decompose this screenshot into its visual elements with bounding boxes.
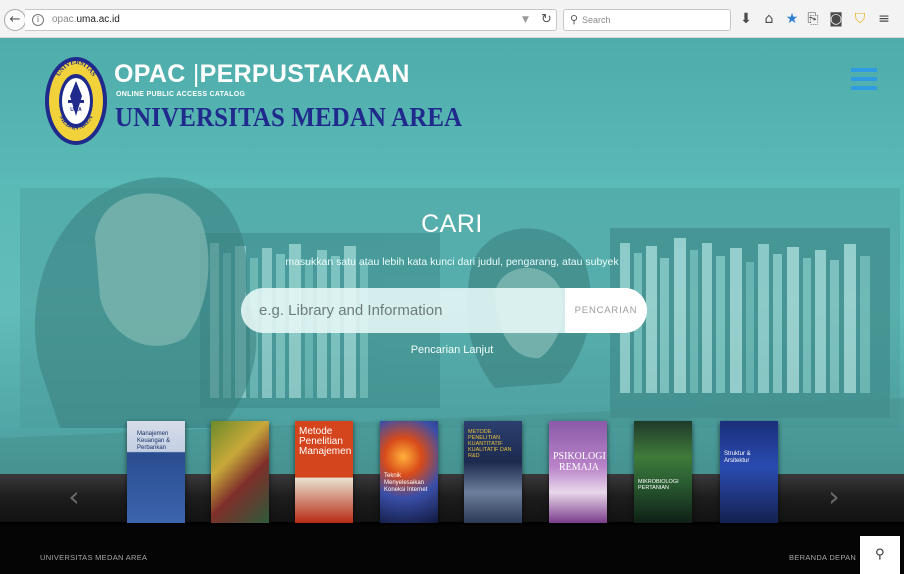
home-icon[interactable]: ⌂ (761, 10, 777, 28)
university-seal-logo[interactable]: UNIVERSITAS MEDAN AREA UMA (44, 56, 108, 146)
catalog-search-input[interactable] (241, 288, 565, 333)
footer-home-link[interactable]: BERANDA DEPAN (789, 553, 856, 562)
search-icon: ⚲ (570, 13, 579, 26)
search-button[interactable]: PENCARIAN (565, 288, 647, 333)
hero-banner: UNIVERSITAS MEDAN AREA UMA OPAC |PERPUST… (0, 38, 904, 525)
book-title: PSIKOLOGI REMAJA (553, 451, 606, 473)
search-heading: CARI (421, 210, 483, 238)
brand-title: OPAC |PERPUSTAKAAN (114, 60, 410, 89)
footer-search-button[interactable]: ⚲ (860, 536, 900, 574)
book-cover[interactable]: Metode Penelitian Manajemen (295, 421, 353, 523)
back-button[interactable]: ← (4, 9, 26, 31)
book-title: METODE PENELITIAN KUANTITATIF KUALITATIF… (468, 429, 512, 459)
reload-icon[interactable]: ↻ (541, 12, 552, 27)
info-icon[interactable]: i (32, 14, 44, 26)
footer-university-name: UNIVERSITAS MEDAN AREA (40, 553, 148, 562)
bookmark-star-icon[interactable]: ★ (784, 10, 800, 28)
seal-center-text: UMA (70, 107, 82, 113)
browser-search-placeholder: Search (582, 15, 611, 25)
url-host: opac. (52, 14, 77, 25)
brand-subtitle: ONLINE PUBLIC ACCESS CATALOG (116, 91, 246, 98)
brand-opac: OPAC (114, 60, 186, 88)
chevron-right-icon[interactable]: › (820, 482, 848, 512)
book-title: Metode Penelitian Manajemen (299, 426, 352, 457)
book-title: Struktur & Arsitektur (724, 451, 751, 464)
book-cover[interactable]: Teknik Menyelesaikan Koneksi Internet (380, 421, 438, 523)
book-cover[interactable]: Struktur & Arsitektur (720, 421, 778, 523)
history-dropdown-icon[interactable]: ▼ (522, 15, 529, 25)
brand-perpustakaan: PERPUSTAKAAN (199, 60, 410, 88)
advanced-search-link[interactable]: Pencarian Lanjut (0, 344, 904, 356)
shield-icon[interactable]: ⛉ (852, 10, 868, 28)
url-domain: uma.ac.id (76, 14, 120, 25)
book-title: Manajemen Keuangan & Perbankan (137, 431, 171, 451)
university-name: UNIVERSITAS MEDAN AREA (115, 102, 463, 132)
pocket-icon[interactable]: ◙ (828, 10, 844, 28)
book-cover[interactable]: Manajemen Keuangan & Perbankan (127, 421, 185, 523)
search-description: masukkan satu atau lebih kata kunci dari… (285, 256, 619, 268)
book-cover[interactable]: MIKROBIOLOGI PERTANIAN (634, 421, 692, 523)
bookmarks-menu-icon[interactable]: ⎘ (805, 10, 821, 28)
address-bar[interactable]: i opac.uma.ac.id ▼ ↻ (25, 9, 557, 31)
hamburger-menu-icon[interactable] (851, 68, 877, 90)
site-footer: UNIVERSITAS MEDAN AREA BERANDA DEPAN ⚲ (0, 525, 904, 574)
book-cover[interactable]: METODE PENELITIAN KUANTITATIF KUALITATIF… (464, 421, 522, 523)
browser-menu-icon[interactable]: ≡ (876, 10, 892, 28)
url-text: opac.uma.ac.id (52, 14, 120, 25)
browser-toolbar: ← i opac.uma.ac.id ▼ ↻ ⚲ Search ⬇ ⌂ ★ ⎘ … (0, 0, 904, 38)
browser-search-field[interactable]: ⚲ Search (563, 9, 731, 31)
brand-separator: | (192, 60, 200, 88)
catalog-search-form: PENCARIAN (241, 288, 647, 333)
download-icon[interactable]: ⬇ (738, 10, 754, 28)
book-cover[interactable] (211, 421, 269, 523)
search-icon: ⚲ (875, 547, 885, 562)
book-title: Teknik Menyelesaikan Koneksi Internet (384, 473, 428, 493)
book-cover[interactable]: PSIKOLOGI REMAJA (549, 421, 607, 523)
chevron-left-icon[interactable]: ‹ (60, 482, 88, 512)
book-title: MIKROBIOLOGI PERTANIAN (638, 479, 679, 491)
